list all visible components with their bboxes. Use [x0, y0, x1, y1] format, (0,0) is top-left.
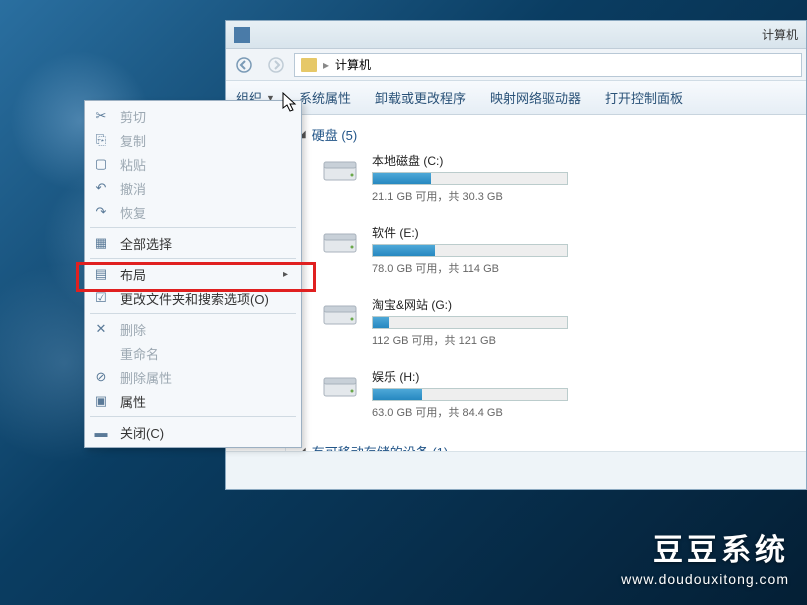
copy-icon: ⎘ — [92, 131, 110, 149]
computer-icon — [301, 58, 317, 72]
drive-item[interactable]: 淘宝&网站 (G:) 112 GB 可用，共 121 GB — [318, 296, 568, 348]
command-toolbar: 组织 ▼ 系统属性 卸载或更改程序 映射网络驱动器 打开控制面板 — [226, 81, 806, 115]
rename-icon — [92, 344, 110, 362]
menu-separator — [90, 258, 296, 259]
options-icon: ☑ — [92, 289, 110, 307]
drive-name: 本地磁盘 (C:) — [372, 152, 568, 169]
menu-separator — [90, 313, 296, 314]
hard-drive-icon — [318, 368, 362, 404]
properties-icon: ▣ — [92, 392, 110, 410]
hard-drive-icon — [318, 224, 362, 260]
menu-select-all[interactable]: ▦全部选择 — [88, 231, 298, 255]
drive-item[interactable]: 软件 (E:) 78.0 GB 可用，共 114 GB — [318, 224, 568, 276]
select-all-icon: ▦ — [92, 234, 110, 252]
drives-grid: 本地磁盘 (C:) 21.1 GB 可用，共 30.3 GB 软件 (E:) 7… — [318, 152, 794, 420]
hard-drive-icon — [318, 296, 362, 332]
content-area: 访问的位置 V视频 十算机 ◢ 硬盘 (5) 本地磁盘 (C:) 21.1 GB… — [226, 115, 806, 451]
breadcrumb-separator: ▸ — [323, 58, 329, 72]
drive-name: 娱乐 (H:) — [372, 368, 568, 385]
details-pane — [226, 451, 806, 489]
drive-usage-bar — [372, 388, 568, 401]
menu-redo[interactable]: ↷恢复 — [88, 200, 298, 224]
removable-section-header[interactable]: ◢ 有可移动存储的设备 (1) — [298, 438, 794, 451]
menu-separator — [90, 227, 296, 228]
menu-layout[interactable]: ▤布局▸ — [88, 262, 298, 286]
remove-props-icon: ⊘ — [92, 368, 110, 386]
open-control-panel-button[interactable]: 打开控制面板 — [605, 88, 683, 107]
undo-icon: ↶ — [92, 179, 110, 197]
close-icon: ▬ — [92, 423, 110, 441]
menu-undo[interactable]: ↶撤消 — [88, 176, 298, 200]
paste-icon: ▢ — [92, 155, 110, 173]
delete-icon: ✕ — [92, 320, 110, 338]
menu-rename[interactable]: 重命名 — [88, 341, 298, 365]
organize-context-menu: ✂剪切 ⎘复制 ▢粘贴 ↶撤消 ↷恢复 ▦全部选择 ▤布局▸ ☑更改文件夹和搜索… — [84, 100, 302, 448]
hard-drives-section-header[interactable]: ◢ 硬盘 (5) — [298, 121, 794, 152]
drive-stats: 63.0 GB 可用，共 84.4 GB — [372, 404, 568, 420]
breadcrumb-label[interactable]: 计算机 — [335, 56, 371, 73]
menu-paste[interactable]: ▢粘贴 — [88, 152, 298, 176]
watermark-title: 豆豆系统 — [621, 525, 789, 569]
navigation-bar: ▸ 计算机 — [226, 49, 806, 81]
nav-back-button[interactable] — [230, 53, 258, 77]
drive-stats: 78.0 GB 可用，共 114 GB — [372, 260, 568, 276]
drive-usage-bar — [372, 172, 568, 185]
drive-stats: 21.1 GB 可用，共 30.3 GB — [372, 188, 568, 204]
menu-folder-options[interactable]: ☑更改文件夹和搜索选项(O) — [88, 286, 298, 310]
drive-stats: 112 GB 可用，共 121 GB — [372, 332, 568, 348]
menu-delete[interactable]: ✕删除 — [88, 317, 298, 341]
drive-usage-bar — [372, 244, 568, 257]
file-explorer-window: 计算机 ▸ 计算机 组织 ▼ 系统属性 卸载或更改程序 映射网络驱动器 打开控制… — [225, 20, 807, 490]
main-panel: ◢ 硬盘 (5) 本地磁盘 (C:) 21.1 GB 可用，共 30.3 GB … — [286, 115, 806, 451]
hard-drive-icon — [318, 152, 362, 188]
address-bar[interactable]: ▸ 计算机 — [294, 53, 802, 77]
drive-usage-bar — [372, 316, 568, 329]
computer-icon — [234, 27, 250, 43]
window-titlebar[interactable]: 计算机 — [226, 21, 806, 49]
cut-icon: ✂ — [92, 107, 110, 125]
drive-item[interactable]: 娱乐 (H:) 63.0 GB 可用，共 84.4 GB — [318, 368, 568, 420]
menu-properties[interactable]: ▣属性 — [88, 389, 298, 413]
layout-icon: ▤ — [92, 265, 110, 283]
map-network-drive-button[interactable]: 映射网络驱动器 — [490, 88, 581, 107]
window-title: 计算机 — [762, 26, 798, 43]
watermark-url: www.doudouxitong.com — [621, 571, 789, 587]
drive-item[interactable]: 本地磁盘 (C:) 21.1 GB 可用，共 30.3 GB — [318, 152, 568, 204]
drive-name: 淘宝&网站 (G:) — [372, 296, 568, 313]
system-properties-button[interactable]: 系统属性 — [299, 88, 351, 107]
redo-icon: ↷ — [92, 203, 110, 221]
nav-forward-button[interactable] — [262, 53, 290, 77]
uninstall-programs-button[interactable]: 卸载或更改程序 — [375, 88, 466, 107]
menu-remove-props[interactable]: ⊘删除属性 — [88, 365, 298, 389]
submenu-arrow-icon: ▸ — [283, 269, 288, 280]
menu-copy[interactable]: ⎘复制 — [88, 128, 298, 152]
menu-close[interactable]: ▬关闭(C) — [88, 420, 298, 444]
drive-name: 软件 (E:) — [372, 224, 568, 241]
watermark: 豆豆系统 www.doudouxitong.com — [621, 525, 789, 587]
menu-cut[interactable]: ✂剪切 — [88, 104, 298, 128]
menu-separator — [90, 416, 296, 417]
